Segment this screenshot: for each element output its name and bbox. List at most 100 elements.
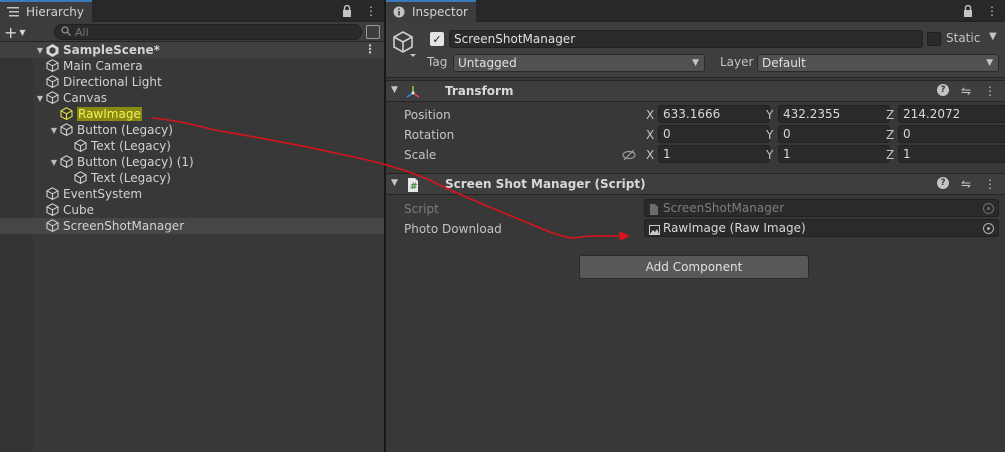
tree-row-label: Text (Legacy) [91, 171, 171, 185]
tree-row[interactable]: EventSystem [0, 186, 384, 202]
tree-row[interactable]: ▼ Button (Legacy) [0, 122, 384, 138]
tag-dropdown[interactable]: Untagged ▼ [453, 54, 705, 72]
active-checkbox[interactable]: ✓ [430, 32, 444, 46]
transform-z-field[interactable]: 0 [898, 125, 1005, 143]
expand-arrow-icon[interactable]: ▼ [48, 126, 60, 135]
inspector-panel: Inspector ⋮ ✓ ScreenShotManager Static ▼… [386, 0, 1005, 452]
add-component-button[interactable]: Add Component [579, 255, 809, 279]
tree-row[interactable]: Directional Light [0, 74, 384, 90]
tag-value: Untagged [458, 56, 517, 70]
axis-label-x[interactable]: X [646, 108, 654, 122]
axis-label-z[interactable]: Z [886, 108, 894, 122]
tree-row[interactable]: ▼ Button (Legacy) (1) [0, 154, 384, 170]
transform-axes-icon [405, 84, 421, 100]
photo-download-value: RawImage (Raw Image) [663, 221, 806, 235]
tree-items: Main Camera Directional Light ▼ Canvas RawIm… [0, 58, 384, 234]
list-icon [6, 5, 20, 19]
axis-label-z[interactable]: Z [886, 128, 894, 142]
cube-icon [46, 91, 60, 105]
hierarchy-tab-bar: Hierarchy ⋮ [0, 0, 384, 22]
lock-icon[interactable] [340, 4, 354, 18]
chevron-down-icon: ▼ [986, 58, 993, 68]
create-button[interactable]: + ▼ [4, 23, 34, 42]
script-component-title: Screen Shot Manager (Script) [445, 177, 646, 191]
kebab-menu-icon[interactable]: ⋮ [983, 84, 997, 98]
info-icon [392, 5, 406, 19]
transform-x-field[interactable]: 633.1666 [658, 105, 770, 123]
transform-z-field[interactable]: 1 [898, 145, 1005, 163]
tree-row[interactable]: RawImage [0, 106, 384, 122]
hierarchy-panel: Hierarchy ⋮ + ▼ ▼ SampleScene* [0, 0, 384, 452]
layer-value: Default [762, 56, 806, 70]
static-checkbox[interactable] [927, 32, 941, 46]
tab-inspector[interactable]: Inspector [386, 0, 476, 22]
search-options-icon[interactable] [366, 25, 380, 39]
transform-tools: ? ⇋ ⋮ [937, 84, 997, 98]
transform-header[interactable]: ▼ Transform ? ⇋ ⋮ [386, 80, 1005, 102]
transform-z-field[interactable]: 214.2072 [898, 105, 1005, 123]
expand-arrow-icon[interactable]: ▼ [34, 94, 46, 103]
tree-row-label: Text (Legacy) [91, 139, 171, 153]
transform-y-field[interactable]: 432.2355 [778, 105, 890, 123]
kebab-menu-icon[interactable]: ⋮ [985, 4, 999, 18]
static-dropdown-chevron-icon[interactable]: ▼ [989, 31, 997, 42]
kebab-menu-icon[interactable]: ⋮ [983, 177, 997, 191]
chevron-down-icon: ▼ [692, 58, 699, 68]
search-input[interactable] [75, 25, 335, 39]
hierarchy-search[interactable] [54, 24, 362, 40]
cube-icon [60, 155, 74, 169]
transform-x-field[interactable]: 0 [658, 125, 770, 143]
lock-icon[interactable] [961, 4, 975, 18]
tag-label: Tag [427, 55, 448, 69]
tree-row[interactable]: Text (Legacy) [0, 138, 384, 154]
inspector-tab-bar: Inspector ⋮ [386, 0, 1005, 22]
cube-icon [60, 107, 74, 121]
fold-arrow-icon[interactable]: ▼ [391, 85, 398, 95]
csharp-script-icon: # [405, 177, 421, 193]
tree-row-label: Directional Light [63, 75, 162, 89]
help-icon[interactable]: ? [937, 84, 949, 96]
object-picker-icon[interactable] [983, 223, 994, 234]
photo-download-field[interactable]: RawImage (Raw Image) [644, 219, 999, 237]
axis-label-y[interactable]: Y [766, 148, 773, 162]
scale-link-icon[interactable] [622, 149, 636, 164]
svg-text:#: # [410, 182, 418, 192]
transform-y-field[interactable]: 0 [778, 125, 890, 143]
photo-download-label: Photo Download [404, 222, 502, 236]
layer-dropdown[interactable]: Default ▼ [757, 54, 999, 72]
tree-row[interactable]: Cube [0, 202, 384, 218]
presets-sliders-icon[interactable]: ⇋ [959, 84, 973, 98]
expand-arrow-icon[interactable]: ▼ [48, 158, 60, 167]
axis-label-z[interactable]: Z [886, 148, 894, 162]
tree-row-label: Canvas [63, 91, 108, 105]
gameobject-cube-icon[interactable] [392, 30, 418, 58]
script-label: Script [404, 202, 439, 216]
scene-row[interactable]: ▼ SampleScene* ⋮ [0, 42, 384, 58]
axis-label-y[interactable]: Y [766, 108, 773, 122]
tab-hierarchy[interactable]: Hierarchy [0, 0, 93, 22]
presets-sliders-icon[interactable]: ⇋ [959, 177, 973, 191]
scene-kebab-menu-icon[interactable]: ⋮ [364, 42, 376, 56]
tree-row-label: Main Camera [63, 59, 143, 73]
help-icon[interactable]: ? [937, 177, 949, 189]
axis-label-x[interactable]: X [646, 128, 654, 142]
script-value: ScreenShotManager [663, 201, 785, 215]
tree-row-label: Button (Legacy) [77, 123, 173, 137]
object-name-field[interactable]: ScreenShotManager [449, 30, 923, 48]
axis-label-y[interactable]: Y [766, 128, 773, 142]
tree-row[interactable]: ScreenShotManager [0, 218, 384, 234]
tree-row[interactable]: Text (Legacy) [0, 170, 384, 186]
transform-x-field[interactable]: 1 [658, 145, 770, 163]
script-component-header[interactable]: ▼ # Screen Shot Manager (Script) ? ⇋ ⋮ [386, 173, 1005, 195]
cube-icon [74, 171, 88, 185]
transform-title: Transform [445, 84, 514, 98]
kebab-menu-icon[interactable]: ⋮ [364, 4, 378, 18]
transform-y-field[interactable]: 1 [778, 145, 890, 163]
axis-label-x[interactable]: X [646, 148, 654, 162]
expand-arrow-icon[interactable]: ▼ [34, 46, 46, 55]
tree-row-label: Cube [63, 203, 94, 217]
fold-arrow-icon[interactable]: ▼ [391, 178, 398, 188]
tree-row[interactable]: Main Camera [0, 58, 384, 74]
cube-icon [46, 219, 60, 233]
tree-row[interactable]: ▼ Canvas [0, 90, 384, 106]
